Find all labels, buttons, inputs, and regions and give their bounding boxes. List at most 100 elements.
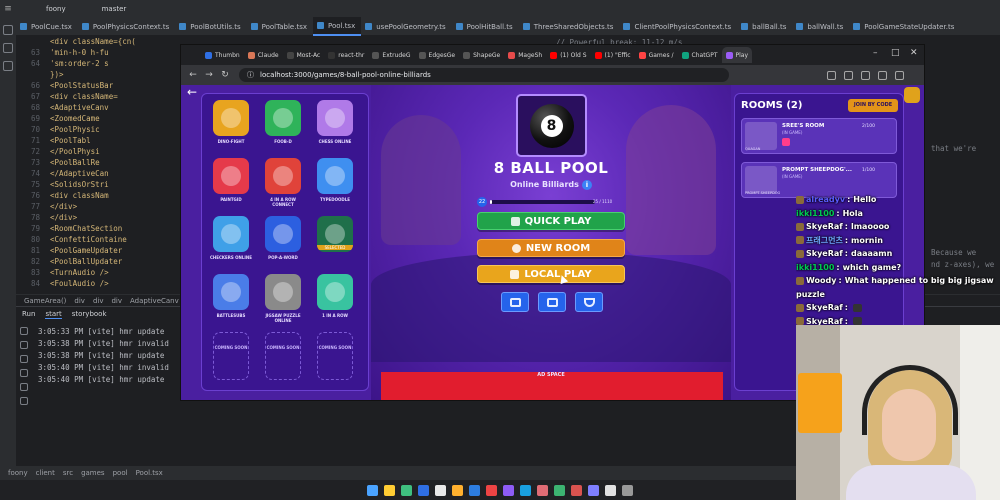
print-icon[interactable]	[20, 383, 28, 391]
browser-tab[interactable]: (1) "Effic	[591, 47, 635, 63]
project-tool-icon[interactable]	[3, 25, 13, 35]
status-path-item[interactable]: Pool.tsx	[136, 469, 163, 477]
taskbar-app-icon[interactable]	[384, 484, 395, 496]
browser-tab[interactable]: EdgesGe	[415, 47, 460, 63]
ide-tab[interactable]: ThreeSharedObjects.ts	[519, 17, 620, 36]
back-icon[interactable]: ←	[185, 70, 201, 80]
browser-tab[interactable]: Claude	[244, 47, 283, 63]
breadcrumb-item[interactable]: AdaptiveCanv	[130, 297, 179, 305]
taskbar-app-icon[interactable]	[469, 484, 480, 496]
back-arrow-icon[interactable]: ←	[187, 85, 197, 99]
run-tab-storybook[interactable]: storybook	[72, 310, 107, 318]
ide-tab[interactable]: PoolHitBall.ts	[452, 17, 519, 36]
info-icon[interactable]: i	[581, 180, 592, 190]
trophy-button[interactable]	[575, 292, 603, 312]
ide-tab[interactable]: PoolCue.tsx	[16, 17, 78, 36]
download-icon[interactable]	[827, 70, 836, 80]
status-path-item[interactable]: client	[36, 469, 55, 477]
bookmark-icon[interactable]	[844, 70, 853, 80]
game-card[interactable]: POP-A-WORD	[260, 216, 306, 270]
browser-tab[interactable]: ExtrudeG	[368, 47, 414, 63]
browser-tab[interactable]: ShapeGe	[459, 47, 504, 63]
taskbar-app-icon[interactable]	[401, 484, 412, 496]
taskbar-app-icon[interactable]	[520, 484, 531, 496]
taskbar-app-icon[interactable]	[571, 484, 582, 496]
taskbar-app-icon[interactable]	[605, 484, 616, 496]
breadcrumb-item[interactable]: div	[111, 297, 122, 305]
ide-tab[interactable]: ClientPoolPhysicsContext.ts	[619, 17, 737, 36]
stop-icon[interactable]	[20, 341, 28, 349]
breadcrumb-item[interactable]: GameArea()	[24, 297, 66, 305]
game-card[interactable]: 4 IN A ROW CONNECT	[260, 158, 306, 212]
game-card[interactable]: CHECKERS ONLINE	[208, 216, 254, 270]
game-card[interactable]: DINO-FIGHT	[208, 100, 254, 154]
browser-tab[interactable]: Thumbn	[201, 47, 244, 63]
taskbar-app-icon[interactable]	[435, 484, 446, 496]
ide-tab[interactable]: ballWall.ts	[792, 17, 849, 36]
taskbar-app-icon[interactable]	[622, 484, 633, 496]
ide-tab[interactable]: PoolBotUtils.ts	[175, 17, 246, 36]
game-card[interactable]: BATTLESUBS	[208, 274, 254, 328]
scroll-icon[interactable]	[20, 369, 28, 377]
delete-icon[interactable]	[20, 397, 28, 405]
rerun-icon[interactable]	[20, 327, 28, 335]
hamburger-menu-icon[interactable]: ≡	[0, 4, 16, 14]
close-icon[interactable]: ✕	[910, 48, 918, 58]
minimize-icon[interactable]: –	[873, 48, 878, 58]
settings-icon[interactable]	[20, 355, 28, 363]
ide-tab[interactable]: PoolPhysicsContext.ts	[78, 17, 175, 36]
browser-tab[interactable]: Most-Ac	[283, 47, 325, 63]
local-play-button[interactable]: LOCAL PLAY	[477, 265, 625, 283]
leaderboard-button[interactable]	[538, 292, 566, 312]
browser-menu-icon[interactable]	[895, 70, 904, 80]
forward-icon[interactable]: →	[201, 70, 217, 80]
join-by-code-button[interactable]: JOIN BY CODE	[848, 99, 898, 112]
game-card[interactable]: TYPEDOODLE	[312, 158, 358, 212]
taskbar-app-icon[interactable]	[452, 484, 463, 496]
browser-tab[interactable]: react-thr	[324, 47, 368, 63]
stats-button[interactable]	[501, 292, 529, 312]
game-card[interactable]: 1 IN A ROW	[312, 274, 358, 328]
ide-tab[interactable]: ballBall.ts	[737, 17, 792, 36]
breadcrumb-item[interactable]: div	[93, 297, 104, 305]
address-bar[interactable]: ⓘ localhost:3000/games/8-ball-pool-onlin…	[239, 68, 729, 82]
game-card[interactable]: PAINTGID	[208, 158, 254, 212]
taskbar-app-icon[interactable]	[418, 484, 429, 496]
status-path-item[interactable]: pool	[113, 469, 128, 477]
site-info-icon[interactable]: ⓘ	[247, 70, 254, 80]
extension-icon[interactable]	[861, 70, 870, 80]
ide-tab[interactable]: PoolGameStateUpdater.ts	[849, 17, 960, 36]
structure-tool-icon[interactable]	[3, 61, 13, 71]
taskbar-app-icon[interactable]	[367, 484, 378, 496]
profile-icon[interactable]	[878, 70, 887, 80]
status-path-item[interactable]: foony	[8, 469, 28, 477]
run-tab-start[interactable]: start	[45, 310, 62, 319]
taskbar-app-icon[interactable]	[537, 484, 548, 496]
game-card[interactable]: JIGSAW PUZZLE ONLINE	[260, 274, 306, 328]
taskbar-app-icon[interactable]	[554, 484, 565, 496]
user-avatar[interactable]	[904, 87, 920, 103]
ide-tab[interactable]: PoolTable.tsx	[247, 17, 313, 36]
quick-play-button[interactable]: QUICK PLAY	[477, 212, 625, 230]
game-card[interactable]: SELECTED	[312, 216, 358, 270]
game-card[interactable]: CHESS ONLINE	[312, 100, 358, 154]
commit-tool-icon[interactable]	[3, 43, 13, 53]
status-path-item[interactable]: games	[81, 469, 105, 477]
ide-tab[interactable]: usePoolGeometry.ts	[361, 17, 451, 36]
taskbar-app-icon[interactable]	[486, 484, 497, 496]
maximize-icon[interactable]: □	[891, 48, 900, 58]
branch-name[interactable]: master	[102, 5, 127, 13]
reload-icon[interactable]: ↻	[217, 70, 233, 80]
ide-tab[interactable]: Pool.tsx	[312, 17, 362, 36]
browser-tab[interactable]: ChatGPT	[678, 47, 722, 63]
breadcrumb-item[interactable]: div	[74, 297, 85, 305]
taskbar-app-icon[interactable]	[503, 484, 514, 496]
taskbar-app-icon[interactable]	[588, 484, 599, 496]
status-path-item[interactable]: src	[63, 469, 73, 477]
project-name[interactable]: foony	[46, 5, 66, 13]
run-label[interactable]: Run	[22, 310, 35, 318]
browser-tab[interactable]: (1) Old S	[546, 47, 590, 63]
room-card[interactable]: SREE'S ROOM (IN GAME) 2/100 QUAGAN	[741, 118, 897, 154]
browser-tab[interactable]: Play	[721, 47, 753, 63]
browser-tab[interactable]: MageSh	[504, 47, 546, 63]
